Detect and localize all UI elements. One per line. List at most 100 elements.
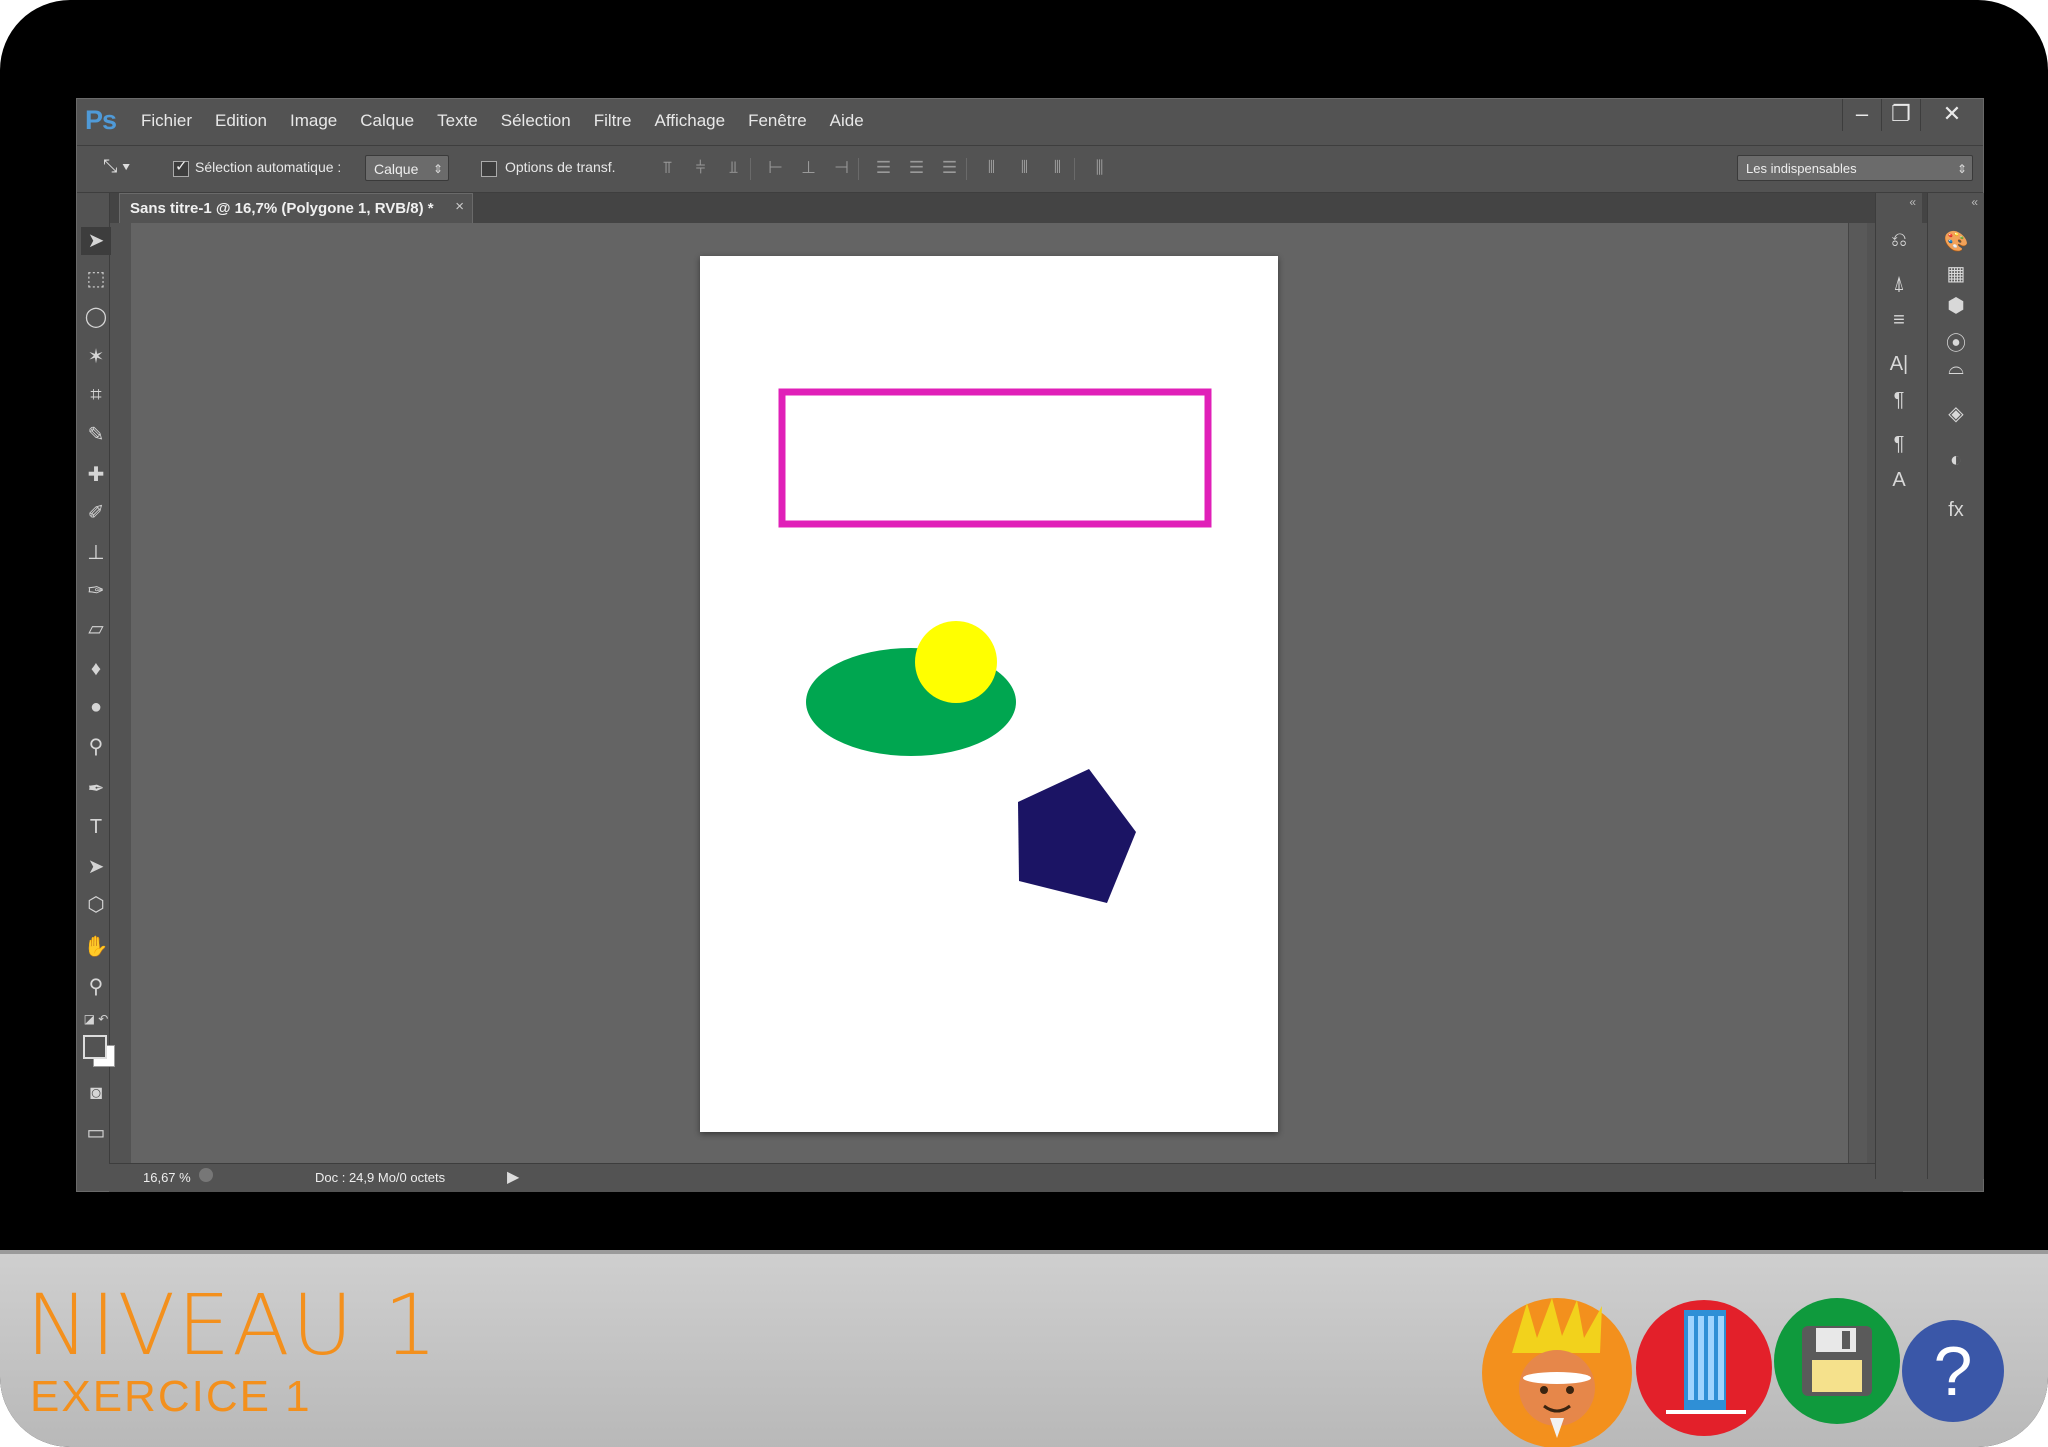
align-right-icon[interactable]: ⊣ bbox=[825, 158, 858, 180]
floppy-disk-icon bbox=[1802, 1326, 1872, 1396]
distribute-hcenter-icon[interactable]: ⫴ bbox=[1008, 158, 1041, 180]
distribute-top-icon[interactable]: ☰ bbox=[867, 158, 900, 180]
restore-button[interactable]: ❐ bbox=[1881, 99, 1920, 131]
status-bar: 16,67 % Doc : 24,9 Mo/0 octets ▶ bbox=[109, 1163, 1903, 1192]
menu-aide[interactable]: Aide bbox=[830, 111, 864, 131]
auto-align-icon[interactable]: ⫼ bbox=[1083, 158, 1116, 180]
align-bottom-icon[interactable]: ⫫ bbox=[717, 158, 750, 180]
transform-controls-label: Options de transf. bbox=[505, 159, 616, 175]
magenta-rectangle[interactable] bbox=[778, 388, 1212, 528]
layers-panel-icon[interactable]: ◈ bbox=[1928, 401, 1984, 426]
channels-panel-icon[interactable]: ⦿ bbox=[1928, 327, 1984, 356]
navy-pentagon[interactable] bbox=[1018, 769, 1136, 903]
distribute-left-icon[interactable]: ⫴ bbox=[975, 158, 1008, 180]
default-colors-icon[interactable]: ◪ ↶ bbox=[81, 1005, 111, 1033]
distribute-vcenter-icon[interactable]: ☰ bbox=[900, 158, 933, 180]
character-styles-icon[interactable]: A bbox=[1876, 469, 1922, 492]
type-tool-icon[interactable]: T bbox=[81, 813, 111, 841]
menu-edition[interactable]: Edition bbox=[215, 111, 267, 131]
brush-settings-icon[interactable]: ≡ bbox=[1876, 309, 1922, 332]
level-title: NIVEAU 1 bbox=[26, 1276, 440, 1374]
transform-controls-checkbox[interactable] bbox=[481, 161, 497, 177]
brush-presets-icon[interactable]: ⍋ bbox=[1876, 273, 1922, 296]
building-icon bbox=[1666, 1310, 1746, 1414]
close-tab-icon[interactable]: × bbox=[455, 198, 464, 215]
collapse-icon[interactable]: « bbox=[1909, 195, 1916, 209]
3d-panel-icon[interactable]: ⬢ bbox=[1928, 293, 1984, 318]
document-info: Doc : 24,9 Mo/0 octets bbox=[315, 1170, 446, 1185]
help-button[interactable]: ? bbox=[1902, 1320, 2004, 1422]
blur-tool-icon[interactable]: ● bbox=[81, 693, 111, 721]
path-selection-tool-icon[interactable]: ➤ bbox=[81, 853, 111, 881]
zoom-level[interactable]: 16,67 % bbox=[143, 1170, 191, 1185]
align-hcenter-icon[interactable]: ⊥ bbox=[792, 158, 825, 180]
menu-image[interactable]: Image bbox=[290, 111, 337, 131]
menu-fenetre[interactable]: Fenêtre bbox=[748, 111, 807, 131]
divider bbox=[858, 158, 867, 180]
distribute-right-icon[interactable]: ⫴ bbox=[1041, 158, 1074, 180]
marquee-tool-icon[interactable]: ⬚ bbox=[81, 265, 111, 293]
move-tool-icon[interactable]: ➤ bbox=[81, 227, 111, 255]
collapse-icon[interactable]: « bbox=[1971, 195, 1978, 209]
distribute-bottom-icon[interactable]: ☰ bbox=[933, 158, 966, 180]
align-top-icon[interactable]: ⫪ bbox=[651, 158, 684, 180]
adjustments-panel-icon[interactable]: ◐ bbox=[1928, 449, 1984, 472]
quick-mask-icon[interactable]: ◙ bbox=[81, 1079, 111, 1107]
window-controls: – ❐ ✕ bbox=[1842, 99, 1983, 133]
exercise-title: EXERCICE 1 bbox=[30, 1372, 312, 1421]
vertical-scrollbar[interactable] bbox=[1848, 223, 1867, 1173]
divider bbox=[1074, 158, 1083, 180]
crop-tool-icon[interactable]: ⌗ bbox=[81, 381, 111, 409]
menu-calque[interactable]: Calque bbox=[360, 111, 414, 131]
eraser-tool-icon[interactable]: ▱ bbox=[81, 615, 111, 643]
align-buttons: ⫪ ⫩ ⫫ ⊢ ⊥ ⊣ ☰ ☰ ☰ ⫴ ⫴ ⫴ ⫼ bbox=[651, 158, 1116, 180]
color-panel-icon[interactable]: 🎨 bbox=[1928, 229, 1984, 254]
document-canvas[interactable] bbox=[700, 256, 1278, 1132]
magic-wand-tool-icon[interactable]: ✶ bbox=[81, 343, 111, 371]
zoom-tool-icon[interactable]: ⚲ bbox=[81, 973, 111, 1001]
brush-tool-icon[interactable]: ✐ bbox=[81, 499, 111, 527]
dodge-tool-icon[interactable]: ⚲ bbox=[81, 733, 111, 761]
yellow-circle[interactable] bbox=[915, 621, 997, 703]
building-button[interactable] bbox=[1636, 1300, 1772, 1436]
healing-brush-tool-icon[interactable]: ✚ bbox=[81, 461, 111, 489]
hand-tool-icon[interactable]: ✋ bbox=[81, 933, 111, 961]
screen-mode-icon[interactable]: ▭ bbox=[81, 1119, 111, 1147]
paths-panel-icon[interactable]: ⌓ bbox=[1928, 357, 1984, 380]
document-tab-title: Sans titre-1 @ 16,7% (Polygone 1, RVB/8)… bbox=[130, 200, 434, 217]
menu-fichier[interactable]: Fichier bbox=[141, 111, 192, 131]
character-panel-icon[interactable]: A| bbox=[1876, 353, 1922, 376]
menu-selection[interactable]: Sélection bbox=[501, 111, 571, 131]
status-info-icon[interactable] bbox=[199, 1168, 213, 1182]
paragraph-styles-icon[interactable]: ¶ bbox=[1876, 433, 1922, 456]
menu-texte[interactable]: Texte bbox=[437, 111, 478, 131]
history-panel-icon[interactable]: ⎌ bbox=[1876, 229, 1922, 252]
eyedropper-tool-icon[interactable]: ✎ bbox=[81, 421, 111, 449]
status-menu-arrow-icon[interactable]: ▶ bbox=[507, 1167, 519, 1187]
paint-bucket-tool-icon[interactable]: ♦ bbox=[81, 655, 111, 683]
menu-filtre[interactable]: Filtre bbox=[594, 111, 632, 131]
menu-affichage[interactable]: Affichage bbox=[654, 111, 725, 131]
paragraph-panel-icon[interactable]: ¶ bbox=[1876, 389, 1922, 412]
swatches-panel-icon[interactable]: ▦ bbox=[1928, 261, 1984, 286]
ps-logo: Ps bbox=[85, 105, 117, 135]
shape-tool-icon[interactable]: ⬡ bbox=[81, 891, 111, 919]
move-tool-preset-icon[interactable]: ⤡ ▾ bbox=[103, 156, 130, 177]
pen-tool-icon[interactable]: ✒ bbox=[81, 775, 111, 803]
auto-select-dropdown[interactable]: Calque bbox=[365, 155, 449, 182]
menu: Fichier Edition Image Calque Texte Sélec… bbox=[141, 99, 887, 143]
mascot-avatar[interactable] bbox=[1482, 1298, 1632, 1447]
minimize-button[interactable]: – bbox=[1842, 99, 1881, 131]
foreground-color-swatch[interactable] bbox=[83, 1035, 107, 1059]
styles-panel-icon[interactable]: fx bbox=[1928, 499, 1984, 522]
lasso-tool-icon[interactable]: ◯ bbox=[81, 303, 111, 331]
history-brush-tool-icon[interactable]: ✑ bbox=[81, 577, 111, 605]
align-left-icon[interactable]: ⊢ bbox=[759, 158, 792, 180]
workspace-dropdown[interactable]: Les indispensables bbox=[1737, 155, 1973, 182]
document-tab[interactable]: Sans titre-1 @ 16,7% (Polygone 1, RVB/8)… bbox=[119, 193, 473, 223]
align-vcenter-icon[interactable]: ⫩ bbox=[684, 158, 717, 180]
auto-select-checkbox[interactable] bbox=[173, 157, 189, 177]
save-button[interactable] bbox=[1774, 1298, 1900, 1424]
close-button[interactable]: ✕ bbox=[1920, 99, 1983, 131]
stamp-tool-icon[interactable]: ⊥ bbox=[81, 539, 111, 567]
